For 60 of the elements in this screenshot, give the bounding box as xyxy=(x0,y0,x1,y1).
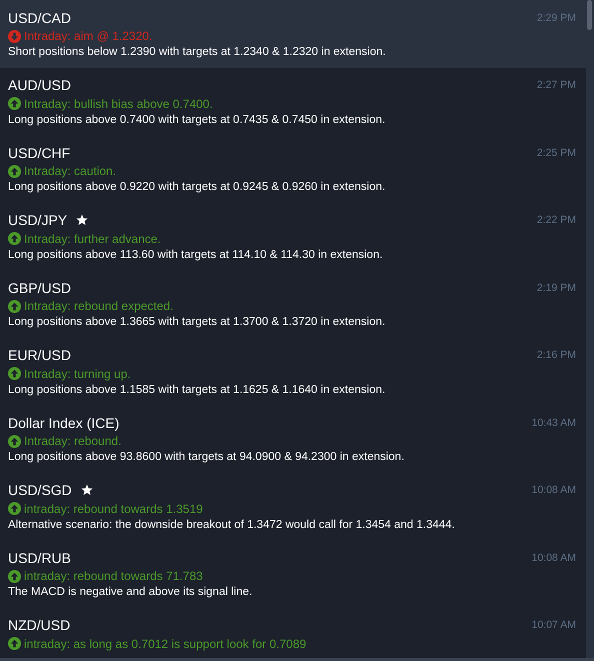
signal-text: intraday: rebound towards 71.783 xyxy=(24,569,203,583)
alert-time: 2:16 PM xyxy=(536,349,576,361)
alert-description: Alternative scenario: the downside breakout of 1.3472 would call for 1.3454 and 1.3444. xyxy=(8,518,456,530)
signal-text: intraday: rebound towards 1.3519 xyxy=(24,502,203,516)
alert-item[interactable]: USD/RUB 10:08 AM intraday: rebound towards 71.783 The MACD is negative and above its signal line. xyxy=(0,540,586,608)
alert-description: Long positions above 0.7400 with targets at 0.7435 & 0.7450 in extension. xyxy=(8,114,386,126)
signal-text: intraday: as long as 0.7012 is support look for 0.7089 xyxy=(24,636,306,650)
symbol-name: Dollar Index (ICE) xyxy=(8,414,120,430)
up-arrow-icon xyxy=(8,502,21,515)
alert-time: 2:27 PM xyxy=(536,79,576,91)
alert-item[interactable]: EUR/USD 2:16 PM Intraday: turning up. Long positions above 1.1585 with targets at 1.1625 & 1.1640 in extension. xyxy=(0,338,586,405)
signal-text: Intraday: caution. xyxy=(24,164,116,178)
signal-text: Intraday: bullish bias above 0.7400. xyxy=(24,96,213,110)
signal-text: Intraday: rebound. xyxy=(24,434,122,448)
alert-description: Short positions below 1.2390 with targets at 1.2340 & 1.2320 in extension. xyxy=(8,46,387,58)
symbol-name: USD/JPY xyxy=(8,212,68,228)
up-arrow-icon xyxy=(8,97,21,110)
alert-item[interactable]: NZD/USD 10:07 AM intraday: as long as 0.7012 is support look for 0.7089 xyxy=(0,608,586,658)
alert-time: 2:25 PM xyxy=(536,146,576,158)
alert-time: 2:22 PM xyxy=(536,214,576,226)
symbol-name: USD/RUB xyxy=(8,550,72,566)
alert-description: Long positions above 93.8600 with targets at 94.0900 & 94.2300 in extension. xyxy=(8,451,406,463)
up-arrow-icon xyxy=(8,164,21,178)
alert-item[interactable]: USD/CHF 2:25 PM Intraday: caution. Long positions above 0.9220 with targets at 0.9245 & 0.9260 in extension. xyxy=(0,135,586,202)
symbol-name: USD/CAD xyxy=(8,10,72,26)
alert-item[interactable]: USD/JPY 2:22 PM Intraday: further advance. Long positions above 113.60 with targets at 114.10 & 114.30 in extension. xyxy=(0,202,586,270)
symbol-name: NZD/USD xyxy=(8,617,70,633)
up-arrow-icon xyxy=(8,300,21,312)
alert-description: Long positions above 113.60 with targets at 114.10 & 114.30 in extension. xyxy=(8,248,384,260)
signal-text: Intraday: further advance. xyxy=(24,232,161,246)
symbol-name: GBP/USD xyxy=(8,280,72,296)
up-arrow-icon xyxy=(8,570,21,582)
alert-item[interactable]: Dollar Index (ICE) 10:43 AM Intraday: rebound. Long positions above 93.8600 with targets at 94.0900 & 94.2300 in extension. xyxy=(0,405,586,472)
alert-description: The MACD is negative and above its signal line. xyxy=(8,586,254,598)
scrollbar-thumb[interactable] xyxy=(587,0,592,30)
alert-item[interactable]: USD/SGD 10:08 AM intraday: rebound towards 1.3519 Alternative scenario: the downside breakout of 1.3472 would call for 1.3454 and 1.3444. xyxy=(0,472,586,540)
alert-item[interactable]: AUD/USD 2:27 PM Intraday: bullish bias above 0.7400. Long positions above 0.7400 with targets at 0.7435 & 0.7450 in extension. xyxy=(0,68,586,135)
symbol-name: AUD/USD xyxy=(8,77,72,93)
up-arrow-icon xyxy=(8,434,21,448)
up-arrow-icon xyxy=(8,367,21,380)
symbol-name: USD/CHF xyxy=(8,144,70,160)
signal-text: Intraday: aim @ 1.2320. xyxy=(24,29,152,43)
down-arrow-icon xyxy=(8,30,21,42)
signal-text: Intraday: turning up. xyxy=(24,366,131,380)
alert-time: 10:08 AM xyxy=(532,552,576,564)
alert-time: 10:07 AM xyxy=(532,619,576,631)
up-arrow-icon xyxy=(8,232,21,245)
symbol-name: USD/SGD xyxy=(8,482,72,498)
alert-item[interactable]: USD/CAD 2:29 PM Intraday: aim @ 1.2320. Short positions below 1.2390 with targets at 1.2340 & 1.2320 in extension. xyxy=(0,0,586,68)
alert-item[interactable]: GBP/USD 2:19 PM Intraday: rebound expected. Long positions above 1.3665 with targets at 1.3700 & 1.3720 in extension. xyxy=(0,270,586,338)
signal-text: Intraday: rebound expected. xyxy=(24,299,174,313)
alert-time: 10:43 AM xyxy=(532,416,576,428)
alert-time: 2:19 PM xyxy=(536,282,576,294)
alert-description: Long positions above 0.9220 with targets at 0.9245 & 0.9260 in extension. xyxy=(8,181,386,193)
alert-time: 10:08 AM xyxy=(532,484,576,496)
alert-time: 2:29 PM xyxy=(536,12,576,24)
alert-description: Long positions above 1.1585 with targets at 1.1625 & 1.1640 in extension. xyxy=(8,384,386,396)
up-arrow-icon xyxy=(8,637,21,650)
symbol-name: EUR/USD xyxy=(8,347,72,363)
alert-description: Long positions above 1.3665 with targets at 1.3700 & 1.3720 in extension. xyxy=(8,316,386,328)
